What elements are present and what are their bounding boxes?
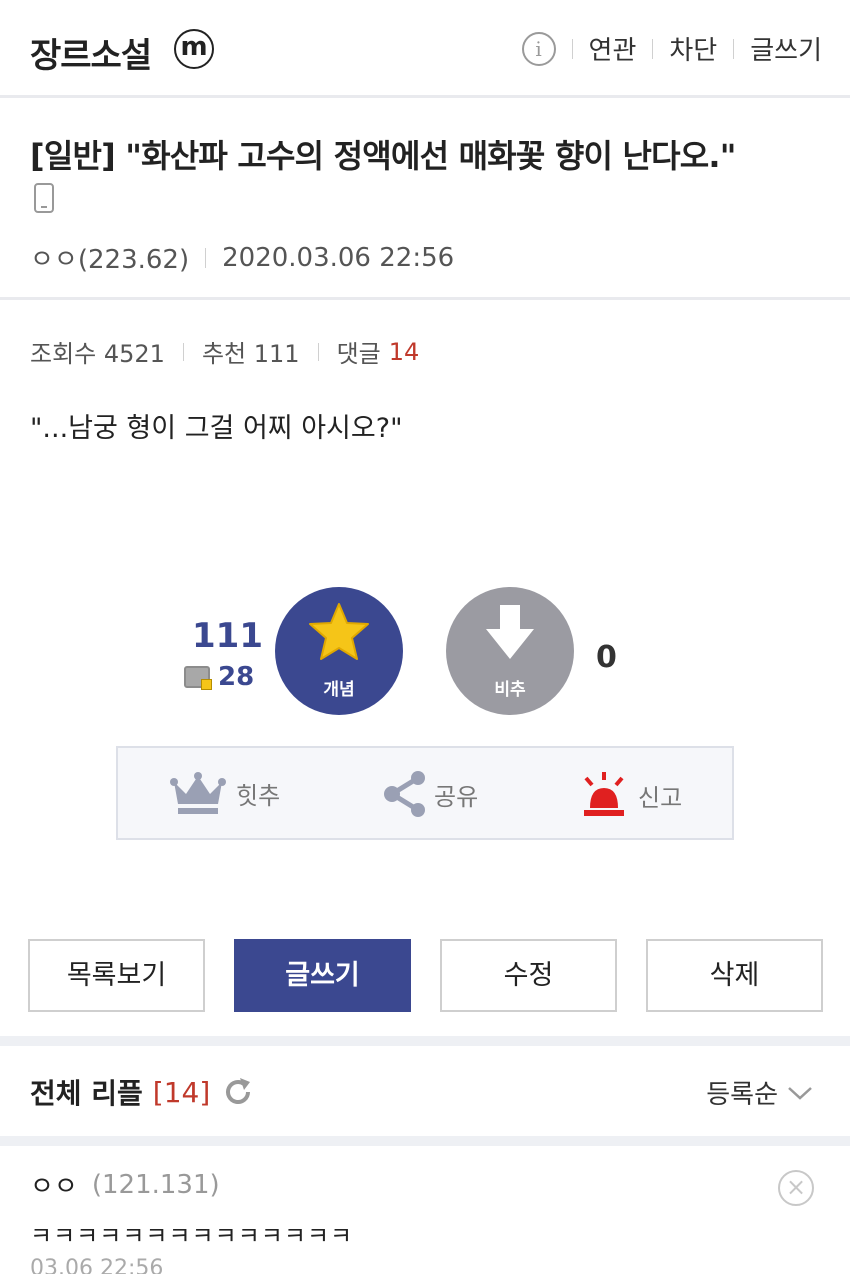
post-title: [일반] "화산파 고수의 정액에선 매화꽃 향이 난다오." xyxy=(30,137,736,175)
comment-item: ㅇㅇ (121.131) × ㅋㅋㅋㅋㅋㅋㅋㅋㅋㅋㅋㅋㅋㅋ 03.06 22:5… xyxy=(0,1146,850,1274)
comment-count-label[interactable]: 댓글 xyxy=(337,334,381,369)
siren-icon xyxy=(584,772,624,816)
comment-ip: (121.131) xyxy=(91,1169,220,1200)
downvote-label: 비추 xyxy=(494,680,526,700)
reply-count: [14] xyxy=(152,1075,211,1109)
divider xyxy=(317,342,319,361)
comment-count[interactable]: 14 xyxy=(389,338,420,366)
upvote-button[interactable]: 개념 xyxy=(275,587,403,715)
refresh-icon[interactable] xyxy=(222,1076,254,1108)
recommend-count: 추천 111 xyxy=(201,340,300,368)
delete-comment-icon[interactable]: × xyxy=(778,1170,814,1206)
fixed-upvote-count: 28 xyxy=(218,662,255,692)
share-action[interactable]: 공유 xyxy=(382,770,478,818)
info-icon[interactable]: i xyxy=(521,31,556,66)
comment-author[interactable]: ㅇㅇ xyxy=(30,1166,78,1203)
post-header: [일반] "화산파 고수의 정액에선 매화꽃 향이 난다오." ㅇㅇ(223.6… xyxy=(0,101,850,300)
write-link[interactable]: 글쓰기 xyxy=(750,30,822,67)
edit-button[interactable]: 수정 xyxy=(440,939,617,1012)
divider xyxy=(182,342,184,361)
sort-label: 등록순 xyxy=(706,1080,778,1110)
fixed-upvote: 28 xyxy=(184,662,254,692)
report-action[interactable]: 신고 xyxy=(580,770,682,820)
hit-recommend-label: 힛추 xyxy=(236,781,281,810)
post-author[interactable]: ㅇㅇ(223.62) xyxy=(30,239,189,276)
comment-text: ㅋㅋㅋㅋㅋㅋㅋㅋㅋㅋㅋㅋㅋㅋ xyxy=(30,1222,354,1250)
section-divider xyxy=(0,1136,850,1146)
mobile-icon xyxy=(34,183,54,213)
sort-dropdown[interactable]: 등록순 xyxy=(706,1074,814,1111)
divider xyxy=(205,247,207,268)
arrow-down-icon xyxy=(486,605,534,659)
post-buttons: 목록보기 글쓰기 수정 삭제 xyxy=(28,939,824,1012)
chevron-down-icon xyxy=(788,1086,812,1100)
upvote-label: 개념 xyxy=(323,680,355,700)
reply-title: 전체 리플 xyxy=(30,1077,143,1110)
action-box: 힛추 공유 신고 xyxy=(116,746,734,840)
author-line: ㅇㅇ(223.62) 2020.03.06 22:56 xyxy=(30,239,454,276)
post-stats: 조회수 4521 추천 111 댓글 14 xyxy=(30,334,419,369)
star-icon xyxy=(309,603,369,660)
fixed-member-icon xyxy=(184,666,212,690)
report-label: 신고 xyxy=(638,783,683,812)
upvote-count: 111 xyxy=(192,616,263,656)
post-datetime: 2020.03.06 22:56 xyxy=(222,242,455,273)
hit-recommend-action[interactable]: 힛추 xyxy=(170,770,280,816)
top-bar: 장르소설 m i 연관 차단 글쓰기 xyxy=(0,0,850,98)
section-divider xyxy=(0,1036,850,1046)
top-actions: i 연관 차단 글쓰기 xyxy=(521,30,822,67)
view-count: 조회수 4521 xyxy=(30,340,165,368)
reply-header: 전체 리플 [14] 등록순 xyxy=(0,1046,850,1136)
post-body: "...남궁 형이 그걸 어찌 아시오?" xyxy=(30,413,403,444)
minor-gallery-badge: m xyxy=(174,29,214,69)
share-icon xyxy=(384,771,425,817)
reply-title-row: 전체 리플 [14] xyxy=(30,1072,254,1112)
comment-date: 03.06 22:56 xyxy=(30,1256,164,1274)
downvote-count: 0 xyxy=(596,640,617,675)
list-button[interactable]: 목록보기 xyxy=(28,939,205,1012)
crown-icon xyxy=(170,772,226,814)
divider xyxy=(733,38,735,59)
share-label: 공유 xyxy=(434,782,479,811)
downvote-button[interactable]: 비추 xyxy=(446,587,574,715)
related-link[interactable]: 연관 xyxy=(589,30,637,67)
comment-author-row: ㅇㅇ (121.131) xyxy=(30,1166,220,1203)
block-link[interactable]: 차단 xyxy=(669,30,717,67)
delete-button[interactable]: 삭제 xyxy=(646,939,823,1012)
divider xyxy=(652,38,654,59)
write-button[interactable]: 글쓰기 xyxy=(234,939,411,1012)
divider xyxy=(571,38,573,59)
gallery-title[interactable]: 장르소설 xyxy=(30,28,152,77)
